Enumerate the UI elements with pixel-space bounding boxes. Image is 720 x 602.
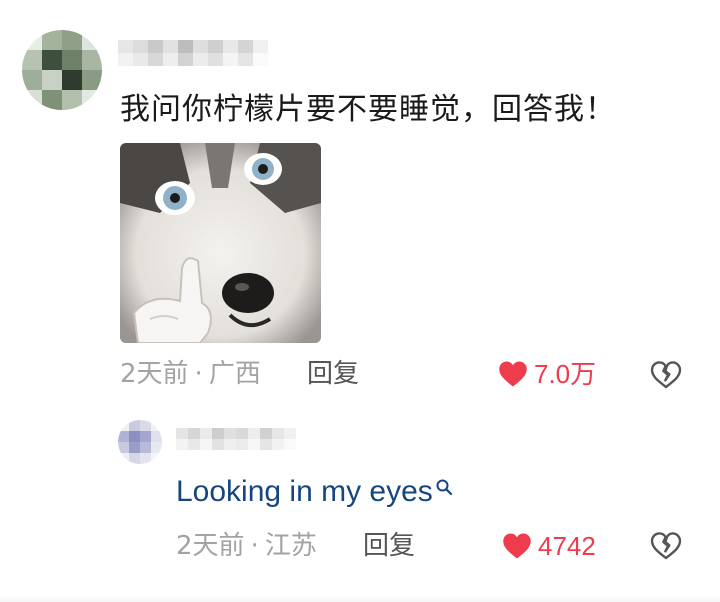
reply-username-masked[interactable] — [176, 428, 296, 450]
meta-separator: · — [250, 531, 259, 561]
username-masked[interactable] — [118, 40, 268, 66]
reply-time: 2天前 — [176, 531, 245, 561]
comment-location: 广西 — [208, 359, 261, 389]
reply-text[interactable]: Looking in my eyes — [176, 472, 453, 512]
heart-filled-icon — [503, 533, 531, 559]
avatar[interactable] — [22, 30, 102, 110]
comment-text: 我问你柠檬片要不要睡觉，回答我！ — [120, 92, 616, 127]
reply-text-content: Looking in my eyes — [176, 475, 433, 508]
reply-location: 江苏 — [264, 531, 317, 561]
meta-separator: · — [194, 359, 203, 389]
comment-meta: 2天前 · 广西 — [120, 358, 261, 390]
reply-button[interactable]: 回复 — [307, 358, 359, 390]
reply-dislike-button[interactable] — [650, 531, 682, 565]
comment-time: 2天前 — [120, 359, 189, 389]
heart-filled-icon — [499, 361, 527, 387]
like-count: 7.0万 — [534, 359, 597, 389]
reply-reply-button[interactable]: 回复 — [363, 530, 415, 562]
reply-avatar[interactable] — [118, 420, 162, 464]
search-icon[interactable] — [435, 478, 453, 496]
husky-meme-graphic — [120, 143, 321, 343]
broken-heart-icon — [650, 532, 682, 560]
dislike-button[interactable] — [650, 360, 682, 394]
broken-heart-icon — [650, 361, 682, 389]
bottom-divider — [0, 596, 720, 602]
like-button[interactable]: 7.0万 — [498, 358, 596, 390]
reply-like-button[interactable]: 4742 — [502, 530, 596, 562]
meme-image[interactable] — [120, 143, 321, 343]
reply-meta: 2天前 · 江苏 — [176, 530, 317, 562]
reply-like-count: 4742 — [538, 531, 596, 561]
comment-thread: 我问你柠檬片要不要睡觉，回答我！ 2天前 · 广西 回复 7.0万 Lookin… — [0, 0, 720, 602]
